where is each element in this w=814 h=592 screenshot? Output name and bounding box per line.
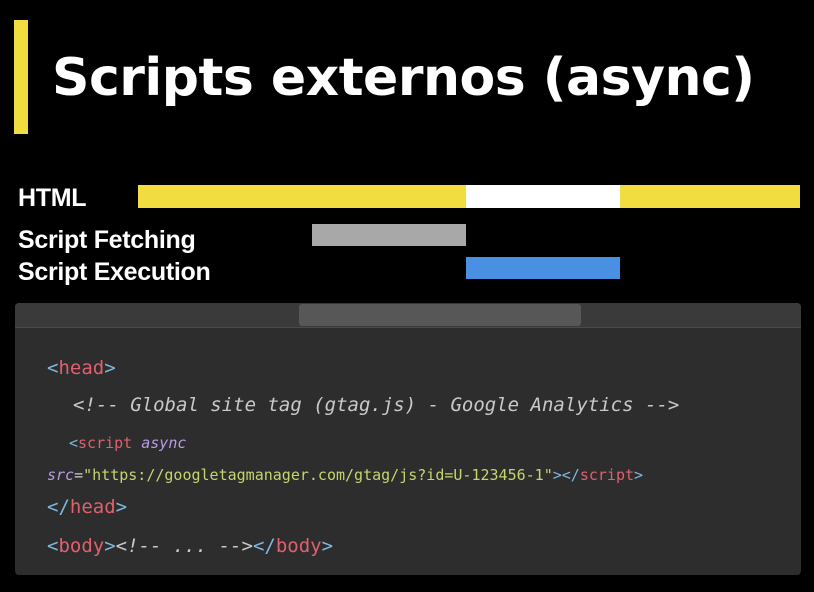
script-fetching-bar xyxy=(312,224,466,246)
code-line-body: <body><!-- ... --></body> xyxy=(47,535,334,557)
horizontal-scrollbar[interactable] xyxy=(15,303,801,328)
code-line-script-src: src="https://googletagmanager.com/gtag/j… xyxy=(47,466,644,484)
scrollbar-thumb[interactable] xyxy=(299,304,581,326)
code-panel: <head> <!-- Global site tag (gtag.js) - … xyxy=(15,303,801,575)
html-paused-bar xyxy=(466,185,620,208)
title-accent-bar xyxy=(14,20,28,134)
timeline-label-script-fetching: Script Fetching xyxy=(18,226,196,254)
code-line-head-close: </head> xyxy=(47,496,128,518)
timeline-label-html: HTML xyxy=(18,184,87,212)
code-line-comment: <!-- Global site tag (gtag.js) - Google … xyxy=(73,394,680,416)
timeline-label-script-execution: Script Execution xyxy=(18,258,211,286)
code-line-head-open: <head> xyxy=(47,357,116,379)
code-line-script-open: <script async xyxy=(69,434,187,452)
html-parsing-bar-1 xyxy=(138,185,466,208)
page-title: Scripts externos (async) xyxy=(52,48,755,108)
html-parsing-bar-2 xyxy=(620,185,800,208)
script-execution-bar xyxy=(466,257,620,279)
